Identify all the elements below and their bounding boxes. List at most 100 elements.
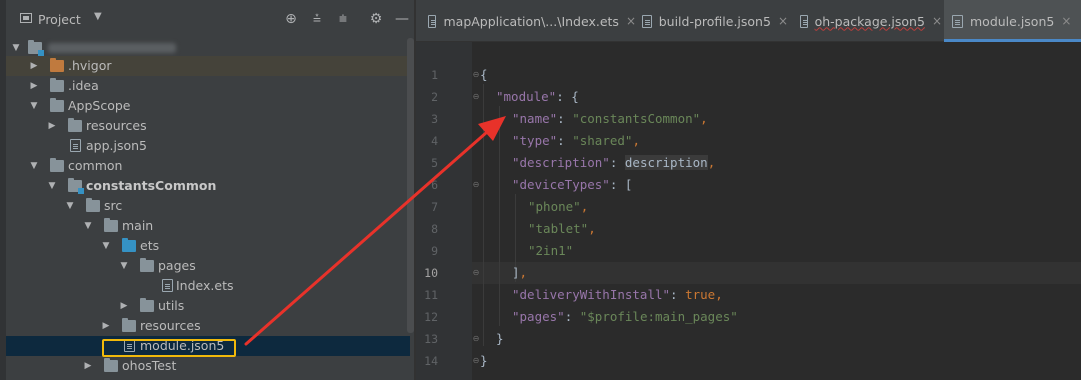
- tree-item-main-resources[interactable]: ▶ resources: [6, 316, 410, 336]
- chevron-right-icon[interactable]: ▶: [118, 296, 130, 316]
- tree-item-hvigor[interactable]: ▶ .hvigor: [6, 56, 410, 76]
- tab-oh-package[interactable]: oh-package.json5 ×: [796, 0, 942, 42]
- fold-marker-icon[interactable]: ⊖: [471, 180, 481, 190]
- chevron-down-icon[interactable]: ▼: [118, 256, 130, 276]
- line-number: 2: [431, 90, 438, 104]
- collapse-all-icon[interactable]: ⩧: [334, 10, 352, 28]
- folder-icon: [122, 318, 136, 332]
- chevron-down-icon[interactable]: ▼: [46, 176, 58, 196]
- tree-item-label: utils: [158, 298, 185, 313]
- tree-item-label: resources: [140, 318, 201, 333]
- close-icon[interactable]: ×: [932, 14, 942, 28]
- code-token: :: [670, 287, 686, 302]
- chevron-right-icon[interactable]: ▶: [46, 116, 58, 136]
- tree-item-label: ets: [140, 238, 160, 253]
- chevron-right-icon[interactable]: ▶: [28, 56, 40, 76]
- chevron-down-icon[interactable]: ▼: [100, 236, 112, 256]
- chevron-right-icon[interactable]: ▶: [82, 356, 94, 376]
- chevron-right-icon[interactable]: ▶: [28, 76, 40, 96]
- tree-scrollbar[interactable]: [407, 38, 414, 333]
- tree-item-root[interactable]: ▼: [6, 38, 410, 58]
- folder-icon: [68, 118, 82, 132]
- tree-item-label: app.json5: [86, 138, 148, 153]
- close-icon[interactable]: ×: [626, 14, 636, 28]
- tab-build-profile[interactable]: build-profile.json5 ×: [638, 0, 788, 42]
- fold-marker-icon[interactable]: ⊖: [471, 334, 481, 344]
- tab-index-ets[interactable]: mapApplication\...\Index.ets ×: [424, 0, 636, 42]
- tree-item-src[interactable]: ▼ src: [6, 196, 410, 216]
- tree-item-constants-common[interactable]: ▼ constantsCommon: [6, 176, 410, 196]
- line-number: 12: [424, 310, 438, 324]
- chevron-right-icon[interactable]: ▶: [100, 316, 112, 336]
- line-number: 11: [424, 288, 438, 302]
- chevron-down-icon[interactable]: ▼: [10, 38, 22, 58]
- json-file-icon: [70, 139, 81, 152]
- tree-item-app-json5[interactable]: app.json5: [6, 136, 410, 156]
- code-token: ,: [580, 199, 589, 214]
- code-line-8: "tablet",: [528, 218, 596, 240]
- tree-item-main[interactable]: ▼ main: [6, 216, 410, 236]
- tree-item-index-ets[interactable]: Index.ets: [6, 276, 410, 296]
- line-number-current: 10: [424, 266, 438, 280]
- code-token: {: [480, 67, 488, 82]
- project-tree: ▼ ▶ .hvigor ▶ .idea ▼ AppScope ▶ resourc…: [6, 38, 410, 380]
- tree-item-label: pages: [158, 258, 196, 273]
- code-token: :: [609, 155, 625, 170]
- fold-marker-icon[interactable]: ⊖: [471, 268, 481, 278]
- tree-item-appscope-resources[interactable]: ▶ resources: [6, 116, 410, 136]
- line-number-gutter: 1 2 3 4 5 6 7 8 9 10 11 12 13 14 ⊖ ⊖ ⊖ ⊖…: [416, 42, 479, 380]
- chevron-down-icon[interactable]: ▼: [28, 96, 40, 116]
- chevron-down-icon[interactable]: ▼: [64, 196, 76, 216]
- redacted-project-name: [48, 43, 176, 53]
- code-token: ,: [588, 221, 596, 236]
- tree-item-ets[interactable]: ▼ ets: [6, 236, 410, 256]
- tree-item-label: src: [104, 198, 123, 213]
- tree-item-ohostest[interactable]: ▶ ohosTest: [6, 356, 410, 376]
- tab-module-json5[interactable]: module.json5 ×: [944, 0, 1081, 42]
- expand-all-icon[interactable]: ⩮: [308, 10, 326, 28]
- code-token: ]: [512, 265, 520, 280]
- close-icon[interactable]: ×: [778, 14, 788, 28]
- current-line-highlight: [472, 262, 1081, 284]
- code-token: ,: [700, 111, 708, 126]
- line-number: 7: [431, 200, 438, 214]
- tree-item-appscope[interactable]: ▼ AppScope: [6, 96, 410, 116]
- close-icon[interactable]: ×: [1061, 14, 1071, 28]
- tree-item-utils[interactable]: ▶ utils: [6, 296, 410, 316]
- code-line-10: ],: [512, 262, 527, 284]
- tree-item-pages[interactable]: ▼ pages: [6, 256, 410, 276]
- code-token: : {: [556, 89, 579, 104]
- code-token: "type": [512, 133, 558, 148]
- locate-icon[interactable]: ⊕: [282, 10, 300, 28]
- code-line-4: "type": "shared",: [512, 130, 640, 152]
- code-token: "constantsCommon": [572, 111, 701, 126]
- code-editor: mapApplication\...\Index.ets × build-pro…: [416, 0, 1081, 380]
- indent-guide: [483, 84, 484, 346]
- minimize-icon[interactable]: —: [393, 10, 411, 28]
- code-token: ,: [632, 133, 640, 148]
- line-number: 8: [431, 222, 438, 236]
- fold-marker-icon[interactable]: ⊖: [471, 92, 481, 102]
- tree-item-idea[interactable]: ▶ .idea: [6, 76, 410, 96]
- annotation-highlight-box: [102, 339, 236, 357]
- ets-file-icon: [162, 279, 173, 292]
- code-line-1: {: [480, 64, 488, 86]
- code-line-9: "2in1": [528, 240, 573, 262]
- project-panel-title[interactable]: Project: [38, 12, 81, 27]
- code-token: :: [564, 309, 580, 324]
- gear-icon[interactable]: ⚙: [367, 10, 385, 28]
- code-token: ,: [715, 287, 723, 302]
- code-token: "deviceTypes": [512, 177, 610, 192]
- folder-icon: [28, 40, 44, 56]
- code-token: "deliveryWithInstall": [512, 287, 671, 302]
- tab-label: build-profile.json5: [658, 13, 771, 29]
- tree-item-common[interactable]: ▼ common: [6, 156, 410, 176]
- chevron-down-icon[interactable]: ▼: [94, 11, 102, 22]
- module-folder-icon: [68, 178, 84, 194]
- code-token: ,: [707, 155, 716, 170]
- chevron-down-icon[interactable]: ▼: [28, 156, 40, 176]
- chevron-down-icon[interactable]: ▼: [82, 216, 94, 236]
- tree-item-label: constantsCommon: [86, 178, 217, 193]
- line-number: 1: [431, 68, 438, 82]
- tab-label: mapApplication\...\Index.ets: [443, 13, 619, 29]
